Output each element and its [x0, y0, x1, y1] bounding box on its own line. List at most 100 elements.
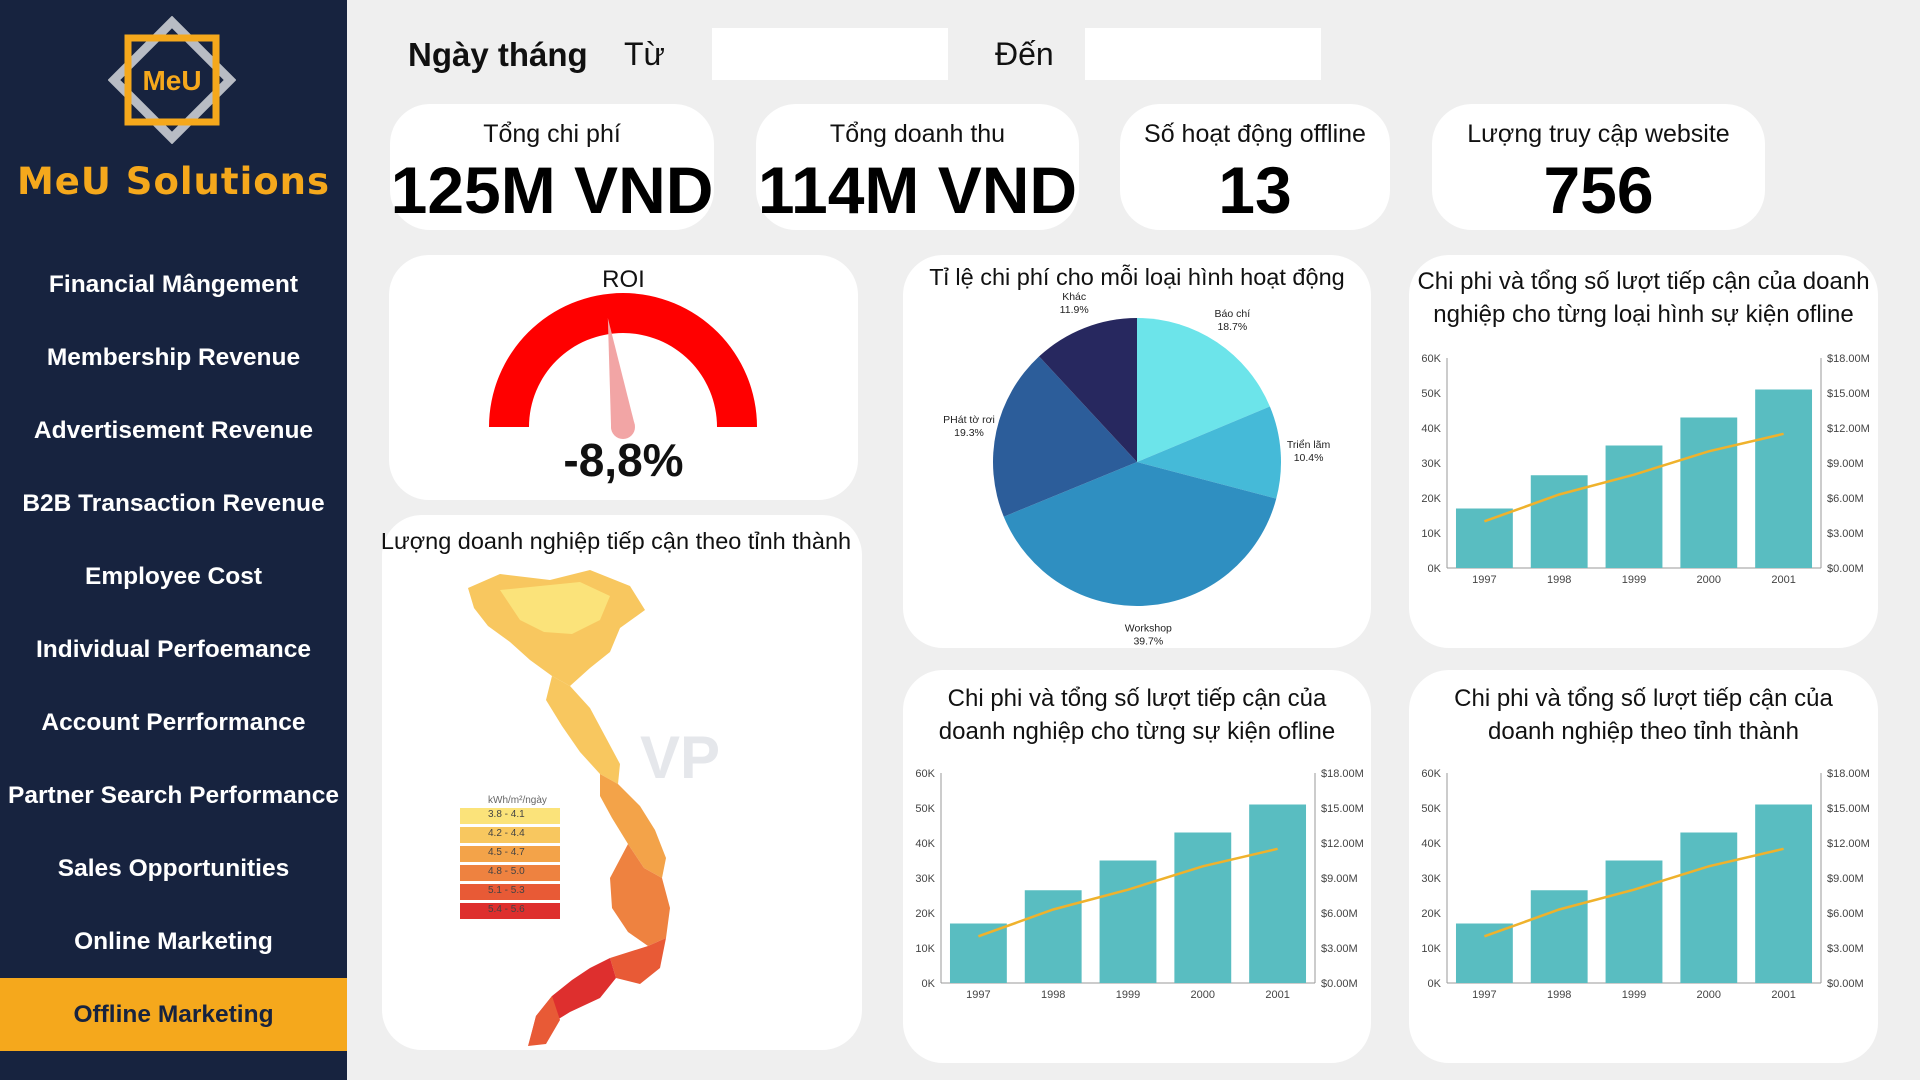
x-tick-label: 2001 — [1265, 989, 1289, 1001]
y2-tick-label: $9.00M — [1827, 873, 1864, 885]
legend-swatch: 4.5 - 4.7 — [460, 846, 560, 862]
date-filter-label: Ngày tháng — [408, 36, 588, 73]
legend-label: 3.8 - 4.1 — [488, 809, 525, 820]
bar — [1099, 860, 1157, 983]
x-tick-label: 2000 — [1191, 989, 1215, 1001]
pie-slice-label: Triển lãm — [1287, 439, 1331, 451]
combo-chart-card-1: Chi phi và tổng số lượt tiếp cận của doa… — [1409, 255, 1878, 648]
y2-tick-label: $6.00M — [1827, 493, 1864, 505]
sidebar-nav: Financial Mângement Membership Revenue Adv… — [0, 248, 347, 1051]
sidebar: MeU MeU Solutions Financial Mângement Mem… — [0, 0, 347, 1080]
y-tick-label: 60K — [915, 768, 935, 780]
kpi-value: 114M VND — [757, 153, 1078, 227]
map-title: Lượng doanh nghiệp tiếp cận theo tỉnh th… — [380, 528, 852, 554]
sidebar-item-financial-m-ngement[interactable]: Financial Mângement — [0, 248, 347, 321]
x-tick-label: 1998 — [1547, 989, 1571, 1001]
pie-slice-percent: 39.7% — [1133, 636, 1163, 648]
needle-shape — [607, 318, 635, 429]
y-tick-label: 40K — [915, 838, 935, 850]
legend-item: 4.8 - 5.0 — [460, 864, 560, 882]
legend-item: 5.1 - 5.3 — [460, 883, 560, 901]
y2-tick-label: $18.00M — [1321, 768, 1364, 780]
legend-swatch: 3.8 - 4.1 — [460, 808, 560, 824]
kpi-label: Số hoạt động offline — [1144, 120, 1366, 148]
to-date-input[interactable] — [1085, 28, 1321, 80]
x-tick-label: 1997 — [1472, 989, 1496, 1001]
bar — [1680, 832, 1738, 983]
y2-tick-label: $3.00M — [1321, 943, 1358, 955]
y-tick-label: 0K — [1428, 978, 1442, 990]
gauge-needle — [607, 318, 635, 439]
y-tick-label: 60K — [1421, 353, 1441, 365]
y-tick-label: 10K — [1421, 943, 1441, 955]
legend-swatch: 5.4 - 5.6 — [460, 903, 560, 919]
to-label: Đến — [995, 36, 1054, 72]
legend-label: 4.2 - 4.4 — [488, 828, 525, 839]
y-tick-label: 20K — [1421, 908, 1441, 920]
kpi-value: 13 — [1218, 153, 1292, 227]
legend-label: 5.4 - 5.6 — [488, 904, 525, 915]
legend-unit: kWh/m²/ngày — [488, 795, 547, 806]
pie-card: Tỉ lệ chi phí cho mỗi loại hình hoạt độn… — [903, 255, 1371, 648]
kpi-label: Lượng truy cập website — [1467, 120, 1730, 148]
y2-tick-label: $15.00M — [1827, 803, 1870, 815]
sidebar-item-account-perrformance[interactable]: Account Perrformance — [0, 686, 347, 759]
pie-slice-percent: 18.7% — [1217, 321, 1247, 333]
y2-tick-label: $18.00M — [1827, 768, 1870, 780]
y2-tick-label: $6.00M — [1827, 908, 1864, 920]
kpi-value: 125M VND — [390, 153, 714, 227]
bar — [1605, 445, 1663, 568]
bar — [1455, 923, 1513, 983]
sidebar-item-online-marketing[interactable]: Online Marketing — [0, 905, 347, 978]
sidebar-item-membership-revenue[interactable]: Membership Revenue — [0, 321, 347, 394]
kpi-card-website-traffic: Lượng truy cập website 756 — [1432, 104, 1765, 230]
roi-card: ROI -8,8% — [389, 255, 858, 500]
bar — [1755, 389, 1813, 568]
legend-swatch: 4.2 - 4.4 — [460, 827, 560, 843]
legend-swatch: 4.8 - 5.0 — [460, 865, 560, 881]
y2-tick-label: $15.00M — [1827, 388, 1870, 400]
y2-tick-label: $18.00M — [1827, 353, 1870, 365]
bar — [1680, 417, 1738, 568]
combo-chart: 0K 10K 20K 30K 40K 50K 60K $0.00M $3.00M $6.00M $9… — [1421, 768, 1870, 1001]
combo-chart-card-3: Chi phi và tổng số lượt tiếp cận của doa… — [1409, 670, 1878, 1063]
sidebar-item-employee-cost[interactable]: Employee Cost — [0, 540, 347, 613]
kpi-card-offline-activities: Số hoạt động offline 13 — [1120, 104, 1390, 230]
legend-label: 5.1 - 5.3 — [488, 885, 525, 896]
y2-tick-label: $9.00M — [1321, 873, 1358, 885]
bar — [1455, 508, 1513, 568]
y2-tick-label: $12.00M — [1321, 838, 1364, 850]
sidebar-item-offline-marketing[interactable]: Offline Marketing — [0, 978, 347, 1051]
x-tick-label: 2000 — [1697, 574, 1721, 586]
from-date-input[interactable] — [712, 28, 948, 80]
x-tick-label: 2000 — [1697, 989, 1721, 1001]
bar — [1174, 832, 1232, 983]
y-tick-label: 30K — [915, 873, 935, 885]
pie-chart: Báo chí18.7% Triển lãm10.4% Workshop39.7% P… — [943, 291, 1331, 648]
y2-tick-label: $0.00M — [1321, 978, 1358, 990]
map-south-central — [610, 938, 666, 984]
y2-tick-label: $3.00M — [1827, 943, 1864, 955]
kpi-label: Tổng doanh thu — [829, 120, 1006, 148]
y-tick-label: 40K — [1421, 423, 1441, 435]
pie-slice-percent: 19.3% — [954, 427, 984, 439]
sidebar-item-partner-search-performance[interactable]: Partner Search Performance — [0, 759, 347, 832]
kpi-value: 756 — [1543, 153, 1654, 227]
sidebar-item-individual-perfoemance[interactable]: Individual Perfoemance — [0, 613, 347, 686]
y2-tick-label: $6.00M — [1321, 908, 1358, 920]
pie-slice-label: Workshop — [1125, 623, 1172, 635]
y-tick-label: 60K — [1421, 768, 1441, 780]
y-tick-label: 30K — [1421, 458, 1441, 470]
brand-logo[interactable]: MeU MeU Solutions — [0, 10, 347, 210]
y-tick-label: 20K — [915, 908, 935, 920]
x-tick-label: 1999 — [1622, 574, 1646, 586]
legend-item: 4.5 - 4.7 — [460, 845, 560, 863]
legend-label: 4.8 - 5.0 — [488, 866, 525, 877]
sidebar-item-advertisement-revenue[interactable]: Advertisement Revenue — [0, 394, 347, 467]
pie-slice-percent: 11.9% — [1060, 304, 1089, 316]
legend-item: 3.8 - 4.1 — [460, 807, 560, 825]
sidebar-item-b2b-transaction-revenue[interactable]: B2B Transaction Revenue — [0, 467, 347, 540]
sidebar-item-sales-opportunities[interactable]: Sales Opportunities — [0, 832, 347, 905]
legend-item: 5.4 - 5.6 — [460, 902, 560, 920]
map-legend: kWh/m²/ngày 3.8 - 4.1 4.2 - 4.4 4.5 - 4.7 4… — [460, 795, 560, 920]
